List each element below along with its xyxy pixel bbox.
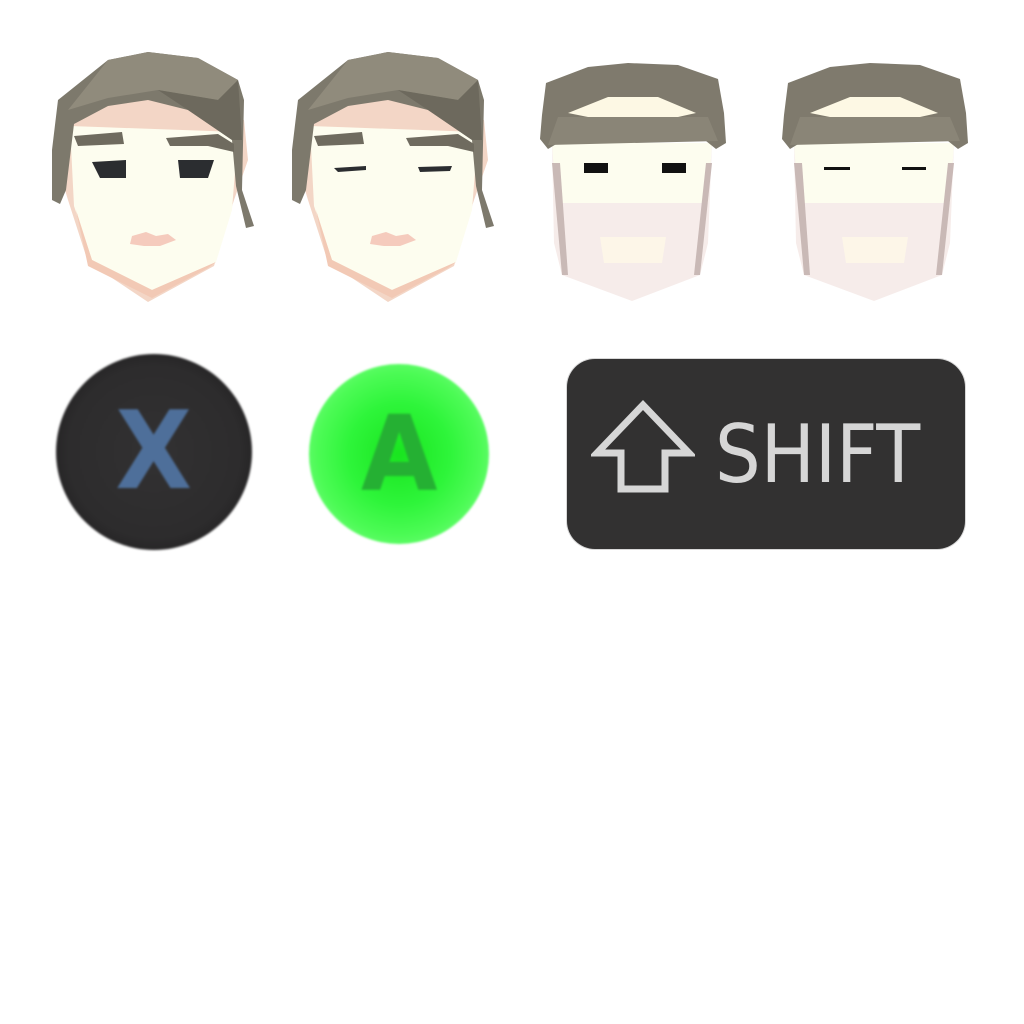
female-face-eyes-closed-icon — [288, 40, 498, 310]
shift-arrow-icon — [591, 399, 695, 493]
x-button[interactable]: X — [56, 354, 252, 550]
shift-key[interactable]: SHIFT — [567, 359, 965, 549]
male-face-eyes-open-icon — [528, 48, 738, 318]
a-button-label: A — [360, 393, 438, 515]
shift-key-label: SHIFT — [715, 408, 921, 501]
female-face-eyes-open-icon — [48, 40, 258, 310]
x-button-label: X — [115, 389, 193, 514]
male-face-eyes-closed-icon — [770, 48, 980, 318]
sprite-sheet: X A SHIFT — [0, 0, 1024, 1024]
a-button[interactable]: A — [309, 364, 489, 544]
